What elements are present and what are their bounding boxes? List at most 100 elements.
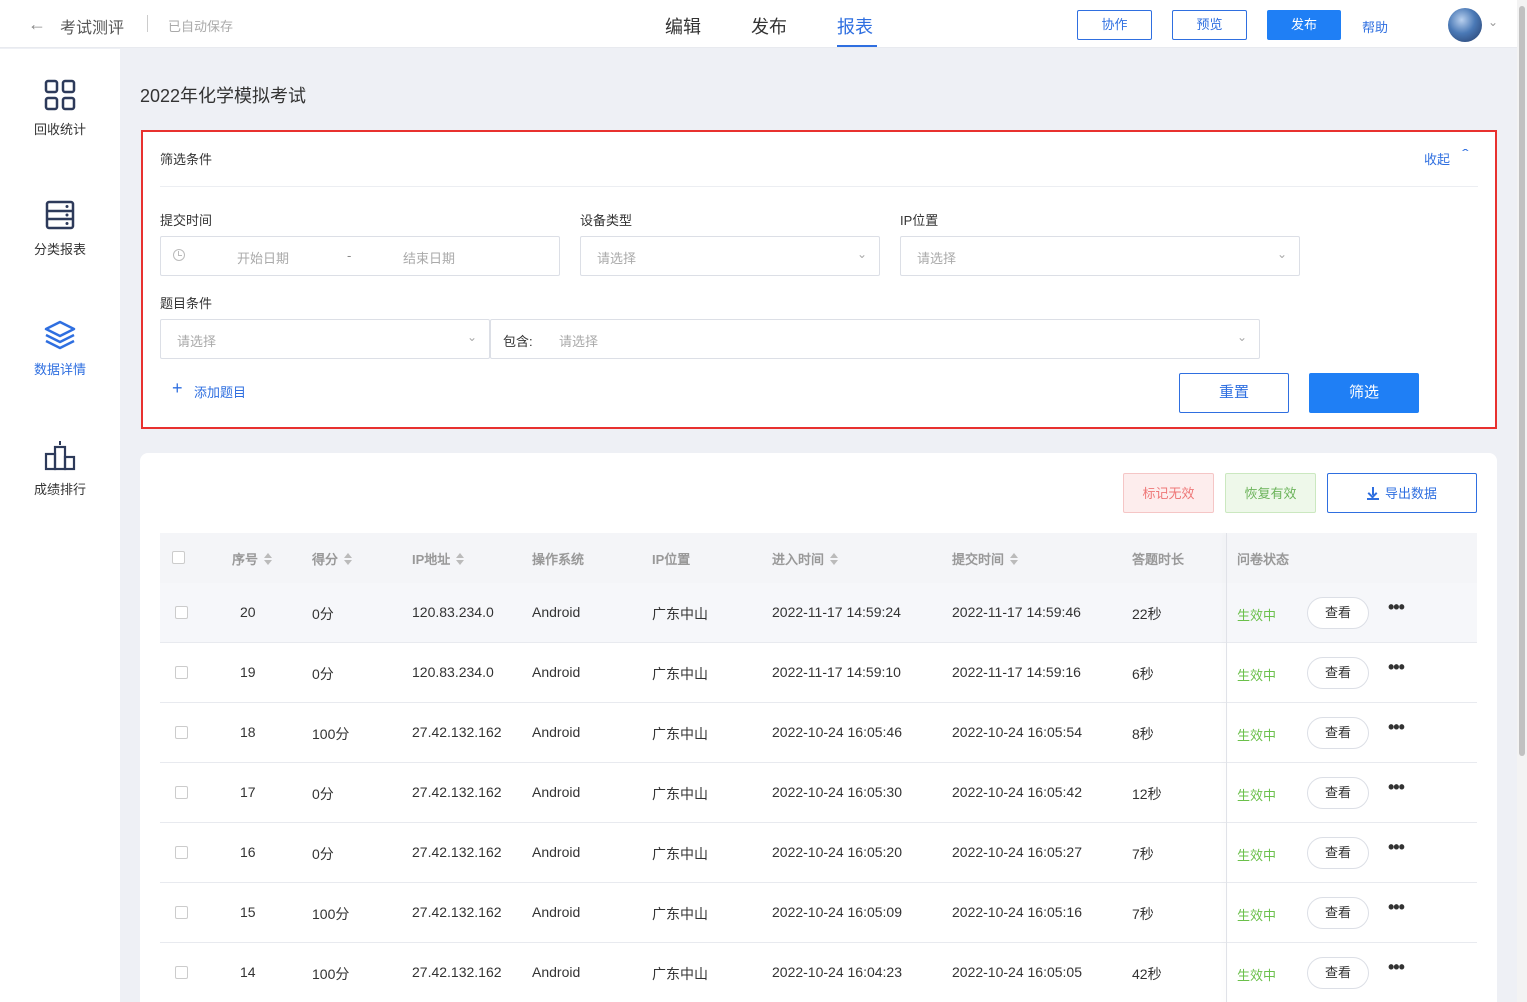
cell-enter: 2022-11-17 14:59:10 <box>772 664 901 680</box>
more-options-icon[interactable]: ••• <box>1388 597 1405 618</box>
sidebar-item-data-details[interactable]: 数据详情 <box>0 319 120 399</box>
column-header-score[interactable]: 得分 <box>312 549 353 568</box>
table-row[interactable]: 19 0分 120.83.234.0 Android 广东中山 2022-11-17 14… <box>160 643 1477 703</box>
export-data-button[interactable]: 导出数据 <box>1327 473 1477 513</box>
table-row[interactable]: 14 100分 27.42.132.162 Android 广东中山 2022-10-24… <box>160 943 1477 1002</box>
row-checkbox[interactable] <box>175 726 188 739</box>
cell-ip: 27.42.132.162 <box>412 964 502 980</box>
column-header-status: 问卷状态 <box>1237 552 1290 567</box>
row-checkbox[interactable] <box>175 786 188 799</box>
chevron-down-icon: ⌄ <box>467 330 478 344</box>
view-button[interactable]: 查看 <box>1307 717 1369 749</box>
cell-os: Android <box>532 784 581 800</box>
more-options-icon[interactable]: ••• <box>1388 897 1405 918</box>
tab-publish[interactable]: 发布 <box>751 13 787 39</box>
contain-placeholder: 请选择 <box>559 334 599 349</box>
column-header-id[interactable]: 序号 <box>232 549 273 568</box>
end-date-placeholder: 结束日期 <box>403 251 456 266</box>
back-arrow-icon[interactable]: ← <box>28 14 48 34</box>
column-header-submit-time[interactable]: 提交时间 <box>952 549 1019 568</box>
podium-icon <box>44 441 76 471</box>
view-button[interactable]: 查看 <box>1307 837 1369 869</box>
view-button[interactable]: 查看 <box>1307 597 1369 629</box>
tab-report[interactable]: 报表 <box>837 13 873 39</box>
view-button[interactable]: 查看 <box>1307 657 1369 689</box>
table-row[interactable]: 17 0分 27.42.132.162 Android 广东中山 2022-10-24 1… <box>160 763 1477 823</box>
table-header: 序号 得分 IP地址 操作系统 IP位置 进入时间 提交时间 答题时长 问卷状态 <box>160 533 1477 583</box>
sidebar-item-score-ranking[interactable]: 成绩排行 <box>0 439 120 519</box>
column-header-ip[interactable]: IP地址 <box>412 549 465 568</box>
cell-duration: 22秒 <box>1132 606 1162 622</box>
restore-valid-button[interactable]: 恢复有效 <box>1225 473 1316 513</box>
collapse-link[interactable]: 收起 <box>1424 149 1450 168</box>
title-divider <box>147 15 148 32</box>
cell-score: 100分 <box>312 726 350 742</box>
view-button[interactable]: 查看 <box>1307 957 1369 989</box>
cell-id: 18 <box>240 724 256 740</box>
more-options-icon[interactable]: ••• <box>1388 957 1405 978</box>
sidebar-item-category-report[interactable]: 分类报表 <box>0 199 120 279</box>
cell-submit: 2022-10-24 16:05:16 <box>952 904 1082 920</box>
more-options-icon[interactable]: ••• <box>1388 777 1405 798</box>
row-checkbox[interactable] <box>175 666 188 679</box>
cell-os: Android <box>532 904 581 920</box>
row-checkbox[interactable] <box>175 966 188 979</box>
avatar[interactable] <box>1448 8 1482 42</box>
row-checkbox[interactable] <box>175 906 188 919</box>
contain-select[interactable]: 包含: 请选择 ⌄ <box>490 319 1260 359</box>
scrollbar-thumb[interactable] <box>1519 6 1525 756</box>
submit-time-label: 提交时间 <box>160 213 213 228</box>
help-link[interactable]: 帮助 <box>1362 17 1388 36</box>
table-row[interactable]: 20 0分 120.83.234.0 Android 广东中山 2022-11-17 14… <box>160 583 1477 643</box>
plus-icon[interactable]: + <box>172 378 183 399</box>
cell-id: 16 <box>240 844 256 860</box>
topic-select[interactable]: 请选择 ⌄ <box>160 319 490 359</box>
cell-duration: 6秒 <box>1132 666 1154 682</box>
cell-loc: 广东中山 <box>652 786 708 802</box>
more-options-icon[interactable]: ••• <box>1388 717 1405 738</box>
more-options-icon[interactable]: ••• <box>1388 657 1405 678</box>
column-header-enter-time[interactable]: 进入时间 <box>772 549 839 568</box>
date-range-picker[interactable]: 开始日期 - 结束日期 <box>160 236 560 276</box>
cell-enter: 2022-10-24 16:05:30 <box>772 784 902 800</box>
select-all-checkbox[interactable] <box>172 551 185 564</box>
table-row[interactable]: 18 100分 27.42.132.162 Android 广东中山 2022-10-24… <box>160 703 1477 763</box>
download-icon <box>1366 487 1379 500</box>
reset-button[interactable]: 重置 <box>1179 373 1289 413</box>
sidebar-item-collection-stats[interactable]: 回收统计 <box>0 79 120 159</box>
sidebar-item-label: 成绩排行 <box>33 482 86 497</box>
chevron-down-icon[interactable]: ⌄ <box>1488 15 1498 29</box>
page-scrollbar[interactable] <box>1517 0 1527 1002</box>
fixed-column-divider <box>1226 533 1227 1002</box>
more-options-icon[interactable]: ••• <box>1388 837 1405 858</box>
sort-icon <box>344 553 353 565</box>
collab-button[interactable]: 协作 <box>1077 10 1152 40</box>
sort-icon <box>456 553 465 565</box>
autosave-status: 已自动保存 <box>168 19 234 34</box>
add-topic-link[interactable]: 添加题目 <box>194 382 246 401</box>
chevron-down-icon: ⌄ <box>857 247 868 261</box>
ip-location-select[interactable]: 请选择 ⌄ <box>900 236 1300 276</box>
chevron-up-icon[interactable]: ˆ <box>1462 146 1469 162</box>
row-checkbox[interactable] <box>175 606 188 619</box>
mark-invalid-button[interactable]: 标记无效 <box>1123 473 1214 513</box>
cell-id: 15 <box>240 904 256 920</box>
column-header-os: 操作系统 <box>532 552 585 567</box>
filter-button[interactable]: 筛选 <box>1309 373 1419 413</box>
cell-loc: 广东中山 <box>652 966 708 982</box>
cell-duration: 12秒 <box>1132 786 1162 802</box>
device-type-select[interactable]: 请选择 ⌄ <box>580 236 880 276</box>
cell-score: 0分 <box>312 846 334 862</box>
chevron-down-icon: ⌄ <box>1237 330 1248 344</box>
view-button[interactable]: 查看 <box>1307 777 1369 809</box>
server-list-icon <box>45 200 75 230</box>
status-badge: 生效中 <box>1237 968 1277 983</box>
table-row[interactable]: 16 0分 27.42.132.162 Android 广东中山 2022-10-24 1… <box>160 823 1477 883</box>
tab-edit[interactable]: 编辑 <box>665 13 701 39</box>
cell-submit: 2022-10-24 16:05:54 <box>952 724 1082 740</box>
preview-button[interactable]: 预览 <box>1172 10 1247 40</box>
table-row[interactable]: 15 100分 27.42.132.162 Android 广东中山 2022-10-24… <box>160 883 1477 943</box>
view-button[interactable]: 查看 <box>1307 897 1369 929</box>
row-checkbox[interactable] <box>175 846 188 859</box>
publish-button[interactable]: 发布 <box>1267 10 1341 40</box>
